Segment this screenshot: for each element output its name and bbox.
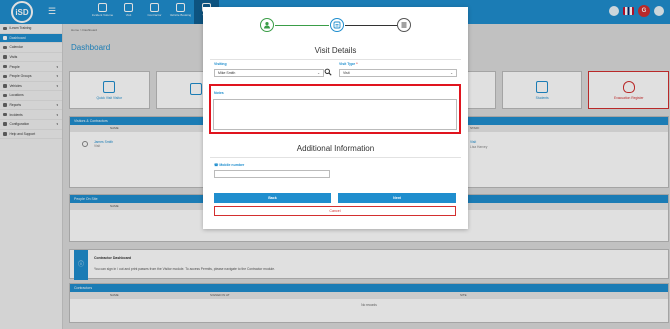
section-title: Additional Information [296, 144, 375, 153]
visit-type-label: Visit Type * [339, 62, 358, 66]
step-connector [345, 24, 397, 26]
visit-details-icon [333, 21, 341, 29]
person-icon [264, 22, 270, 29]
visiting-value: Mike Smith [218, 71, 236, 75]
visit-type-select[interactable]: Visit ⌄ [339, 69, 457, 77]
cancel-button[interactable]: Cancel [214, 206, 456, 216]
visiting-label: Visiting [214, 62, 227, 66]
step-person [260, 18, 274, 32]
mobile-label-text: Mobile number [219, 163, 245, 167]
notes-label: Notes [214, 91, 224, 95]
visit-details-modal: Visit Details Visiting Mike Smith ⌄ Visi… [203, 7, 468, 229]
chevron-down-icon: ⌄ [450, 71, 453, 75]
search-icon[interactable] [324, 68, 332, 76]
step-indicator [260, 18, 411, 32]
back-button[interactable]: Back [214, 193, 331, 203]
visit-type-value: Visit [343, 71, 350, 75]
divider [210, 157, 461, 158]
modal-title: Visit Details [314, 46, 357, 55]
mobile-input[interactable] [214, 170, 330, 178]
required-marker: * [356, 62, 358, 66]
visiting-select[interactable]: Mike Smith ⌄ [214, 69, 324, 77]
step-visit-details [330, 18, 344, 32]
notes-textarea[interactable] [213, 99, 457, 130]
list-icon [401, 22, 407, 28]
next-button[interactable]: Next [338, 193, 456, 203]
divider [210, 59, 461, 60]
visit-type-label-text: Visit Type [339, 62, 356, 66]
step-connector-complete [275, 24, 329, 26]
step-summary [397, 18, 411, 32]
chevron-down-icon: ⌄ [317, 71, 320, 75]
phone-icon: ☎ [214, 163, 219, 167]
mobile-label: ☎Mobile number [214, 163, 244, 167]
